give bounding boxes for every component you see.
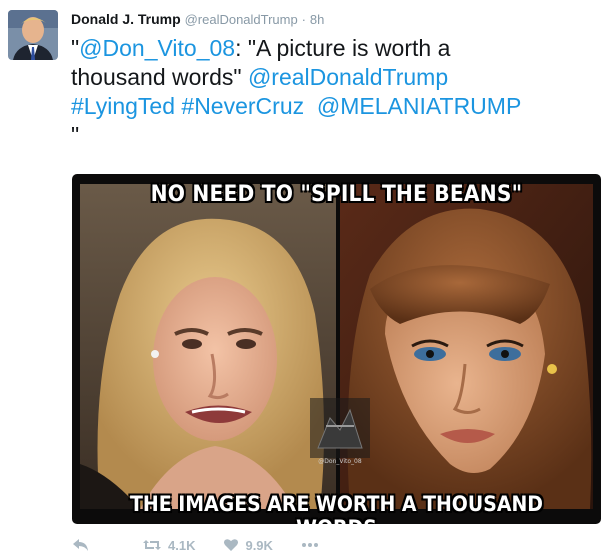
meme-top-caption: NO NEED TO "SPILL THE BEANS": [150, 182, 523, 207]
more-dots-icon: [301, 543, 318, 547]
watermark-text: @Don_Vito_08: [318, 458, 362, 465]
watermark-logo: @Don_Vito_08: [310, 398, 370, 465]
mention-melaniatrump[interactable]: @MELANIATRUMP: [317, 93, 521, 119]
author-handle[interactable]: @realDonaldTrump: [185, 12, 298, 27]
reply-button[interactable]: [72, 538, 90, 552]
heart-icon: [224, 539, 239, 551]
author-name[interactable]: Donald J. Trump: [71, 11, 181, 27]
separator-dot: ·: [301, 12, 306, 27]
like-button[interactable]: 9.9K: [223, 537, 273, 553]
quote-mark: ": [71, 35, 80, 61]
timestamp[interactable]: 8h: [310, 12, 324, 27]
tweet-text-segment: thousand words": [71, 64, 248, 90]
reply-icon: [73, 539, 88, 551]
hashtag-nevercruz[interactable]: #NeverCruz: [181, 93, 304, 119]
mention-realdonaldtrump[interactable]: @realDonaldTrump: [248, 64, 448, 90]
tweet-media[interactable]: @Don_Vito_08 NO NEED TO "SPILL THE BEANS…: [72, 174, 601, 524]
tweet-text: "@Don_Vito_08: "A picture is worth a tho…: [71, 34, 601, 150]
right-portrait-image: [340, 184, 593, 509]
avatar[interactable]: [8, 10, 58, 60]
mention-don-vito[interactable]: @Don_Vito_08: [79, 35, 235, 61]
meme-bottom-caption: THE IMAGES ARE WORTH A THOUSAND WORDS: [130, 492, 543, 524]
tweet-line-3: #LyingTed #NeverCruz @MELANIATRUMP: [71, 92, 601, 121]
closing-quote: ": [71, 122, 80, 148]
tweet-line-1: "@Don_Vito_08: "A picture is worth a: [71, 34, 601, 63]
more-button[interactable]: [301, 542, 319, 548]
tweet-header: Donald J. Trump @realDonaldTrump · 8h: [71, 10, 324, 29]
avatar-image: [8, 10, 58, 60]
tweet-text-segment: : "A picture is worth a: [235, 35, 451, 61]
tweet-line-2: thousand words" @realDonaldTrump: [71, 63, 601, 92]
tweet-line-4: ": [71, 121, 601, 150]
hashtag-lyingted[interactable]: #LyingTed: [71, 93, 175, 119]
retweet-count: 4.1K: [168, 537, 196, 553]
like-count: 9.9K: [245, 537, 273, 553]
retweet-button[interactable]: 4.1K: [142, 538, 195, 553]
retweet-icon: [143, 540, 161, 550]
left-portrait-image: [80, 184, 336, 509]
tweet-actions: 4.1K 9.9K: [72, 535, 319, 555]
